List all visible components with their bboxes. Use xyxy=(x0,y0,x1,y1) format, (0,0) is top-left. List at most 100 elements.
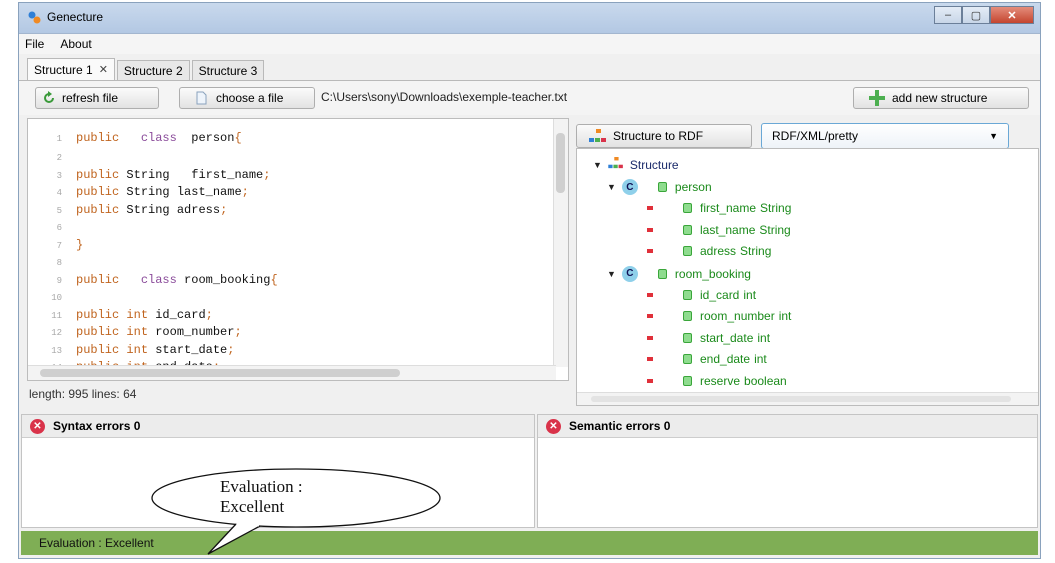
tree-field-node[interactable]: adress String xyxy=(647,244,771,258)
syntax-errors-label: Syntax errors 0 xyxy=(53,419,141,433)
line-number: 6 xyxy=(56,223,62,233)
code-line: 11 public int id_card; xyxy=(28,307,548,325)
code-token: int xyxy=(126,325,149,339)
lock-icon xyxy=(683,354,692,364)
field-name: last_name xyxy=(700,222,756,237)
lock-icon xyxy=(683,332,692,343)
field-marker-icon xyxy=(647,227,653,232)
tree-field-node[interactable]: room_number int xyxy=(647,309,791,323)
code-token: public xyxy=(76,185,120,199)
structure-tree[interactable]: ▼ Structure ▼ Cperson first_name String last_n… xyxy=(576,148,1039,406)
tree-field-node[interactable]: first_name String xyxy=(647,201,791,215)
expand-arrow-icon: ▼ xyxy=(607,182,616,192)
tree-field-node[interactable]: reserve boolean xyxy=(647,374,787,388)
field-name: id_card xyxy=(700,287,740,302)
code-token: class xyxy=(140,272,177,287)
structure-to-rdf-button[interactable]: Structure to RDF xyxy=(576,124,752,148)
menu-about[interactable]: About xyxy=(60,37,91,51)
code-token: String xyxy=(126,202,170,217)
code-token: { xyxy=(270,272,278,287)
scroll-thumb[interactable] xyxy=(556,133,565,193)
refresh-file-button[interactable]: refresh file xyxy=(35,87,159,109)
code-token: public xyxy=(76,202,120,217)
code-token: { xyxy=(234,131,242,145)
lock-icon xyxy=(683,289,692,300)
line-number: 5 xyxy=(56,205,62,216)
code-token: room_booking xyxy=(184,272,271,287)
editor-stats: length: 995 lines: 64 xyxy=(29,387,137,401)
line-number: 7 xyxy=(56,240,62,251)
line-number: 11 xyxy=(51,310,62,321)
window-controls: – ▢ ✕ xyxy=(934,6,1034,26)
file-path: C:\Users\sony\Downloads\exemple-teacher.… xyxy=(321,90,568,104)
menu-bar: File About xyxy=(19,34,1040,54)
window-title: Genecture xyxy=(47,10,104,24)
scroll-thumb[interactable] xyxy=(40,369,400,377)
tab-structure-2[interactable]: Structure 2 xyxy=(116,60,190,80)
rdf-button-label: Structure to RDF xyxy=(613,129,704,143)
tree-root[interactable]: ▼ Structure xyxy=(593,157,679,172)
tree-field-node[interactable]: end_date int xyxy=(647,352,767,366)
tree-class-node[interactable]: ▼ Croom_booking xyxy=(607,265,751,282)
tree-field-node[interactable]: last_name String xyxy=(647,223,791,237)
tab-label: Structure 3 xyxy=(198,63,258,78)
line-number: 3 xyxy=(56,170,62,181)
line-number: 1 xyxy=(56,134,62,144)
code-token: adress xyxy=(176,202,221,217)
code-token: public xyxy=(76,307,120,322)
tree-field-node[interactable]: start_date int xyxy=(647,331,770,345)
field-marker-icon xyxy=(647,249,653,253)
field-type: boolean xyxy=(744,373,787,388)
add-label: add new structure xyxy=(892,91,988,105)
minimize-button[interactable]: – xyxy=(934,6,962,24)
semantic-errors-label: Semantic errors 0 xyxy=(569,419,671,433)
field-type: String xyxy=(760,201,792,215)
class-name: person xyxy=(674,180,712,194)
choose-file-button[interactable]: choose a file xyxy=(179,87,315,109)
class-icon: C xyxy=(621,179,638,195)
add-structure-button[interactable]: add new structure xyxy=(853,87,1029,109)
tab-structure-1[interactable]: Structure 1 ✕ xyxy=(27,58,115,80)
tab-label: Structure 1 xyxy=(34,62,93,77)
tab-structure-3[interactable]: Structure 3 xyxy=(191,60,265,80)
horizontal-scrollbar[interactable] xyxy=(28,365,556,380)
horizontal-scrollbar[interactable] xyxy=(577,392,1038,405)
field-name: room_number xyxy=(700,309,775,323)
code-token: public xyxy=(76,167,120,182)
code-lines: 1 public class person{2 3 public String fir… xyxy=(28,127,548,380)
tree-field-node[interactable]: id_card int xyxy=(647,288,756,302)
tree-root-label: Structure xyxy=(629,157,679,172)
code-token: public xyxy=(76,272,120,287)
field-type: int xyxy=(778,309,792,323)
tree-class-node[interactable]: ▼ Cperson xyxy=(607,179,712,195)
code-line: 9 public class room_booking{ xyxy=(28,272,548,290)
code-line: 2 xyxy=(28,149,548,167)
hierarchy-icon xyxy=(589,129,606,142)
code-token: ; xyxy=(227,342,235,357)
field-name: reserve xyxy=(700,373,741,388)
vertical-scrollbar[interactable] xyxy=(553,119,568,367)
code-line: 6 xyxy=(28,219,548,237)
rdf-format-select[interactable]: RDF/XML/pretty ▼ xyxy=(761,123,1009,149)
hierarchy-icon xyxy=(608,157,624,172)
maximize-button[interactable]: ▢ xyxy=(962,6,990,24)
menu-file[interactable]: File xyxy=(25,37,44,51)
close-tab-icon[interactable]: ✕ xyxy=(99,63,108,76)
scroll-thumb[interactable] xyxy=(591,396,1011,402)
code-token: first_name xyxy=(191,167,264,182)
code-token: public xyxy=(76,342,120,357)
code-editor[interactable]: 1 public class person{2 3 public String fir… xyxy=(27,118,569,381)
callout-text: Evaluation : Excellent xyxy=(220,477,303,517)
refresh-icon xyxy=(44,91,54,103)
code-token: int xyxy=(126,342,149,357)
code-line: 1 public class person{ xyxy=(28,127,548,149)
close-window-button[interactable]: ✕ xyxy=(990,6,1034,24)
title-bar[interactable]: Genecture – ▢ ✕ xyxy=(19,3,1040,34)
field-type: int xyxy=(743,287,757,302)
code-line: 7} xyxy=(28,237,548,255)
